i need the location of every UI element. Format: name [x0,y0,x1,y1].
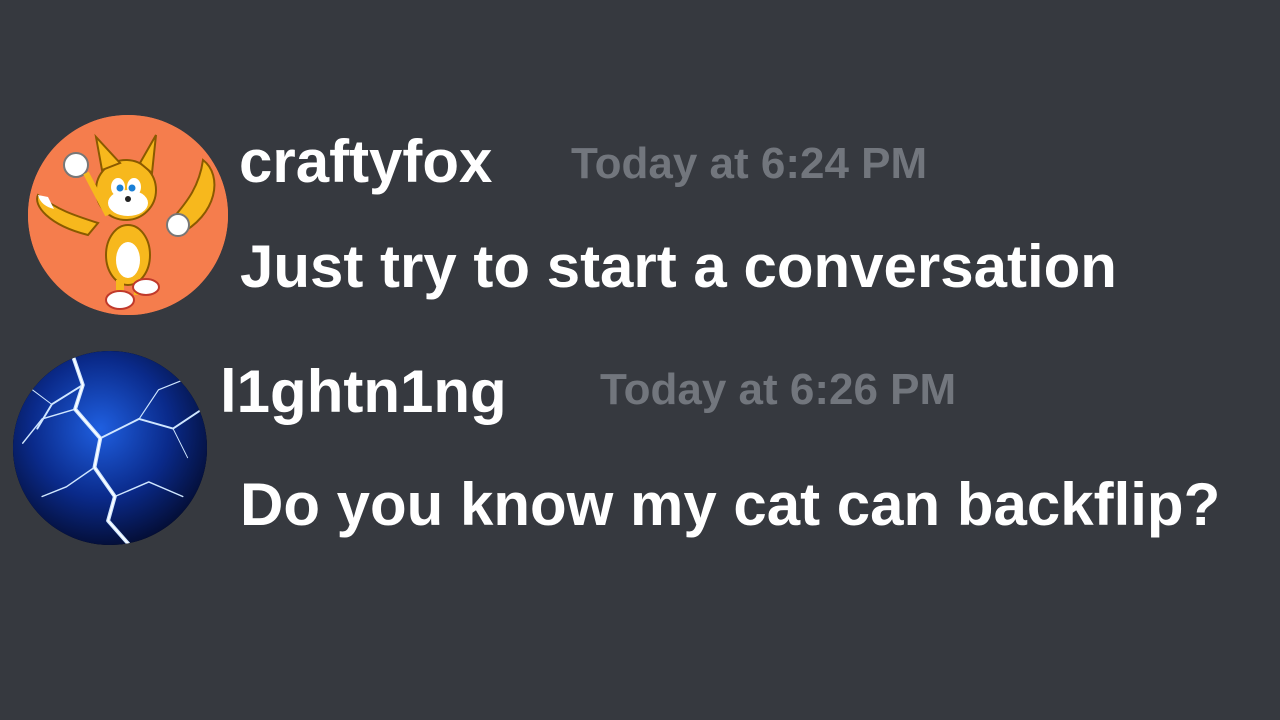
timestamp: Today at 6:26 PM [600,365,957,414]
fox-avatar-icon [28,115,228,315]
message-content: Just try to start a conversation [240,233,1117,300]
timestamp: Today at 6:24 PM [571,139,928,188]
message-content: Do you know my cat can backflip? [240,471,1221,538]
message-item: craftyfox Today at 6:24 PM Just try to s… [0,0,1280,340]
username[interactable]: l1ghtn1ng [220,362,507,422]
message-item: l1ghtn1ng Today at 6:26 PM Do you know m… [0,340,1280,560]
avatar[interactable] [13,351,207,545]
username[interactable]: craftyfox [239,132,492,192]
avatar[interactable] [28,115,228,315]
lightning-avatar-icon [13,351,207,545]
